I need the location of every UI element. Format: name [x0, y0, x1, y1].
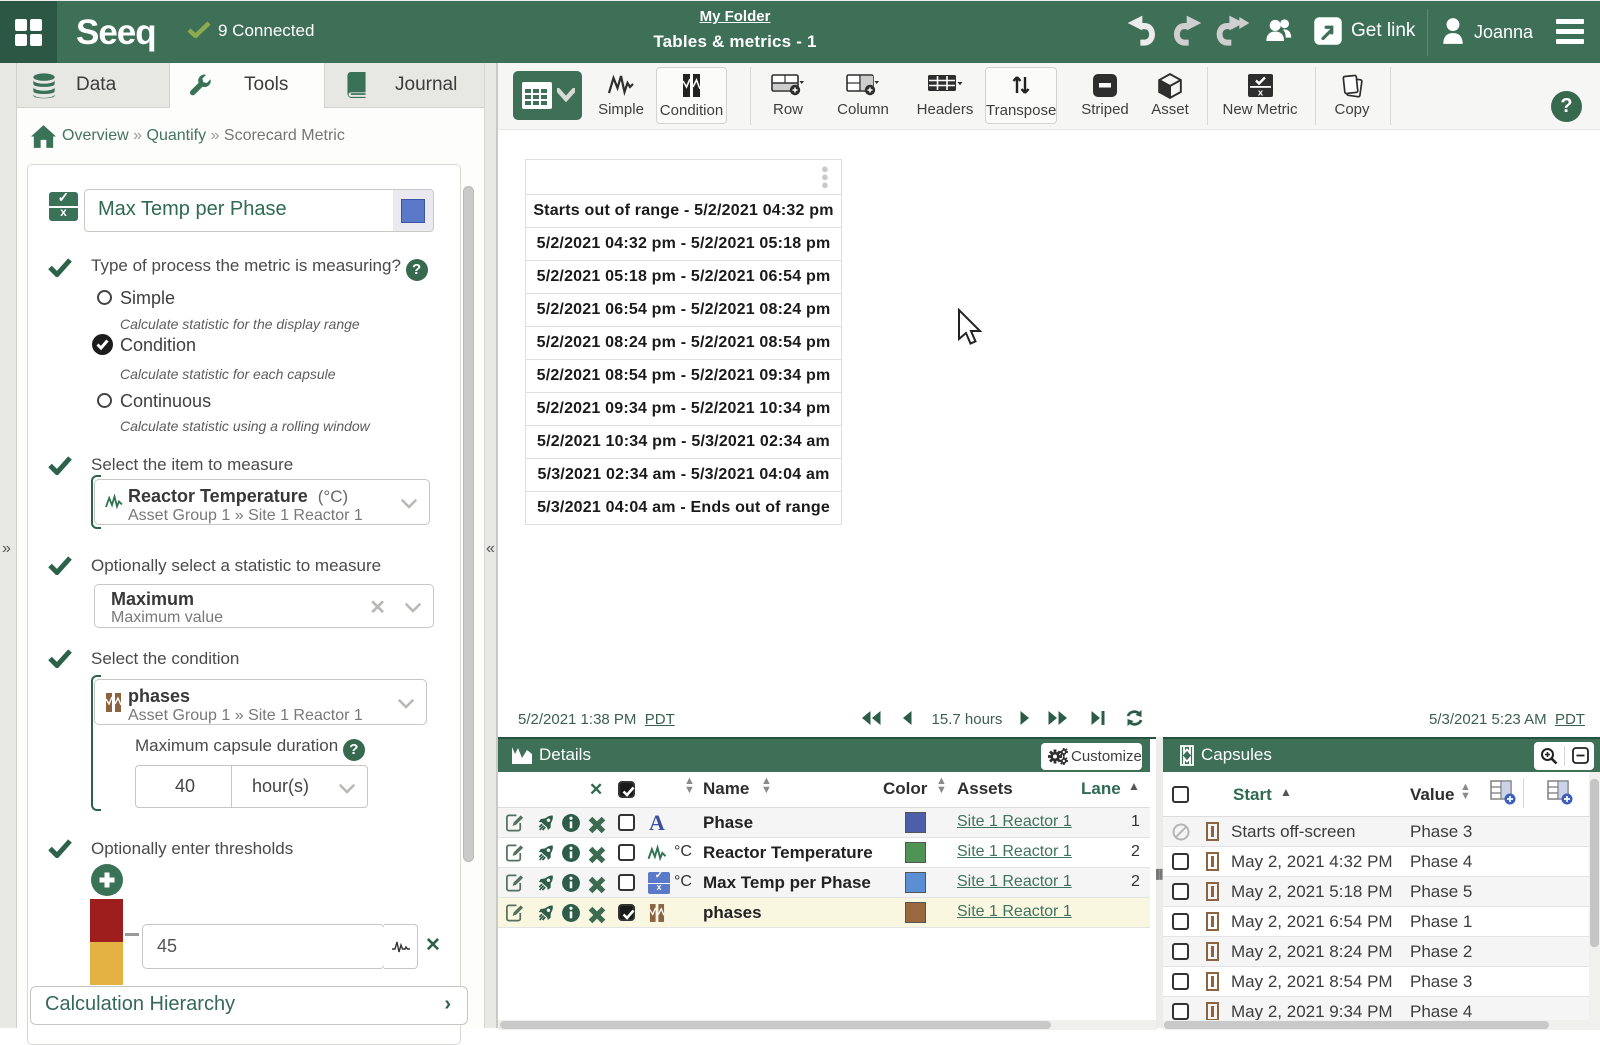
svg-text:x: x [1257, 88, 1263, 99]
